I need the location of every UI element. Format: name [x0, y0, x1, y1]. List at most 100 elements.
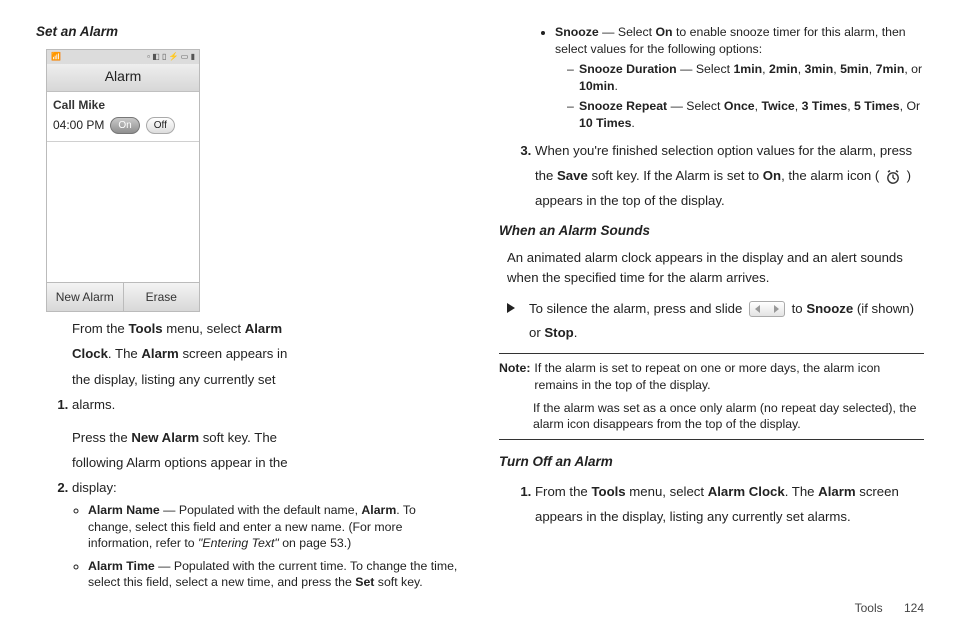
step-3: When you're finished selection option va…: [535, 138, 924, 213]
turn-off-step-1: From the Tools menu, select Alarm Clock.…: [535, 479, 924, 529]
t: Alarm: [141, 346, 178, 361]
t: 10min: [579, 79, 615, 93]
footer-section: Tools: [855, 601, 883, 615]
t: ,: [755, 99, 762, 113]
step-1: From the Tools menu, select Alarm Clock.…: [72, 316, 461, 416]
t: Alarm Clock: [708, 484, 785, 499]
bullet-alarm-time: Alarm Time — Populated with the current …: [88, 558, 461, 591]
manual-page: Set an Alarm 📶 ▫ ◧ ▯ ⚡ ▭ ▮ Alarm Call Mi…: [0, 0, 954, 636]
t: On: [655, 25, 672, 39]
t: .: [615, 79, 618, 93]
t: — Populated with the default name,: [160, 503, 362, 517]
when-alarm-paragraph: An animated alarm clock appears in the d…: [507, 248, 924, 289]
two-column-layout: Set an Alarm 📶 ▫ ◧ ▯ ⚡ ▭ ▮ Alarm Call Mi…: [36, 22, 924, 593]
snooze-bullet-list: Snooze — Select On to enable snooze time…: [499, 24, 924, 132]
set-alarm-steps: From the Tools menu, select Alarm Clock.…: [36, 316, 461, 593]
t: , or: [904, 62, 922, 76]
t: 5 Times: [854, 99, 900, 113]
t: Twice: [762, 99, 795, 113]
t: Alarm: [361, 503, 396, 517]
softkey-erase[interactable]: Erase: [124, 283, 200, 312]
t: 7min: [876, 62, 905, 76]
footer-page-number: 124: [904, 601, 924, 615]
t: Once: [724, 99, 755, 113]
phone-screenshot: 📶 ▫ ◧ ▯ ⚡ ▭ ▮ Alarm Call Mike 04:00 PM O…: [46, 49, 461, 312]
t: Tools: [591, 484, 625, 499]
heading-turn-off-alarm: Turn Off an Alarm: [499, 452, 924, 473]
t: soft key.: [374, 575, 422, 589]
t: ,: [798, 62, 805, 76]
t: 3min: [805, 62, 834, 76]
alarm-clock-icon: [885, 168, 901, 184]
t: soft key. If the Alarm is set to: [588, 168, 763, 183]
softkey-new-alarm[interactable]: New Alarm: [47, 283, 124, 312]
t: ,: [847, 99, 854, 113]
alarm-name: Call Mike: [53, 96, 105, 115]
t: ,: [795, 99, 802, 113]
status-icons: ▫ ◧ ▯ ⚡ ▭ ▮: [147, 51, 195, 63]
note-label: Note:: [499, 360, 530, 393]
right-column: Snooze — Select On to enable snooze time…: [499, 22, 924, 593]
dash-snooze-duration: Snooze Duration — Select 1min, 2min, 3mi…: [569, 61, 924, 94]
turn-off-steps: From the Tools menu, select Alarm Clock.…: [499, 479, 924, 529]
note-block: Note: If the alarm is set to repeat on o…: [499, 353, 924, 439]
heading-set-alarm: Set an Alarm: [36, 22, 461, 43]
silence-alarm-step: To silence the alarm, press and slide to…: [507, 297, 924, 346]
t: , Or: [900, 99, 921, 113]
t: Alarm: [818, 484, 855, 499]
signal-icon: 📶: [51, 51, 61, 63]
t: — Select: [599, 25, 656, 39]
t: ,: [869, 62, 876, 76]
t: From the: [72, 321, 128, 336]
step-2: Press the New Alarm soft key. The follow…: [72, 425, 461, 594]
t: 1min: [733, 62, 762, 76]
t: ,: [762, 62, 769, 76]
t: Press the: [72, 430, 131, 445]
t: Snooze: [555, 25, 599, 39]
t: To silence the alarm, press and slide: [529, 301, 746, 316]
t: Alarm Time: [88, 559, 155, 573]
t: From the: [535, 484, 591, 499]
alarm-time: 04:00 PM: [53, 116, 104, 135]
t: , the alarm icon (: [781, 168, 879, 183]
phone-status-bar: 📶 ▫ ◧ ▯ ⚡ ▭ ▮: [47, 50, 199, 64]
set-alarm-steps-cont: When you're finished selection option va…: [499, 138, 924, 213]
t: Snooze Repeat: [579, 99, 667, 113]
dash-snooze-repeat: Snooze Repeat — Select Once, Twice, 3 Ti…: [569, 98, 924, 131]
note-1: If the alarm is set to repeat on one or …: [534, 360, 924, 393]
phone-title: Alarm: [47, 64, 199, 92]
t: New Alarm: [131, 430, 199, 445]
left-column: Set an Alarm 📶 ▫ ◧ ▯ ⚡ ▭ ▮ Alarm Call Mi…: [36, 22, 461, 593]
t: menu, select: [163, 321, 245, 336]
t: .: [631, 116, 634, 130]
alarm-off-pill[interactable]: Off: [146, 117, 175, 135]
t: — Select: [667, 99, 724, 113]
snooze-sub-options: Snooze Duration — Select 1min, 2min, 3mi…: [555, 61, 924, 131]
alarm-entry-time-row: 04:00 PM On Off: [47, 116, 199, 142]
alarm-on-pill[interactable]: On: [110, 117, 139, 135]
note-2: If the alarm was set as a once only alar…: [533, 400, 924, 433]
t: — Select: [677, 62, 734, 76]
t: to: [792, 301, 807, 316]
alarm-entry-name-row: Call Mike: [47, 92, 199, 117]
t: Set: [355, 575, 374, 589]
slide-icon: [749, 301, 785, 317]
phone-softkeys: New Alarm Erase: [47, 282, 199, 312]
t: Tools: [128, 321, 162, 336]
t: on page 53.): [279, 536, 351, 550]
t: .: [574, 325, 578, 340]
heading-when-alarm-sounds: When an Alarm Sounds: [499, 221, 924, 242]
phone-frame: 📶 ▫ ◧ ▯ ⚡ ▭ ▮ Alarm Call Mike 04:00 PM O…: [46, 49, 200, 312]
t: Snooze: [806, 301, 853, 316]
phone-empty-area: [47, 142, 199, 282]
bullet-alarm-name: Alarm Name — Populated with the default …: [88, 502, 461, 552]
t: 10 Times: [579, 116, 631, 130]
t: On: [763, 168, 781, 183]
t: Snooze Duration: [579, 62, 677, 76]
t: . The: [785, 484, 818, 499]
t: Alarm Name: [88, 503, 160, 517]
t: 3 Times: [802, 99, 848, 113]
alarm-option-bullets: Alarm Name — Populated with the default …: [72, 502, 461, 593]
t: Save: [557, 168, 588, 183]
bullet-snooze: Snooze — Select On to enable snooze time…: [555, 24, 924, 132]
